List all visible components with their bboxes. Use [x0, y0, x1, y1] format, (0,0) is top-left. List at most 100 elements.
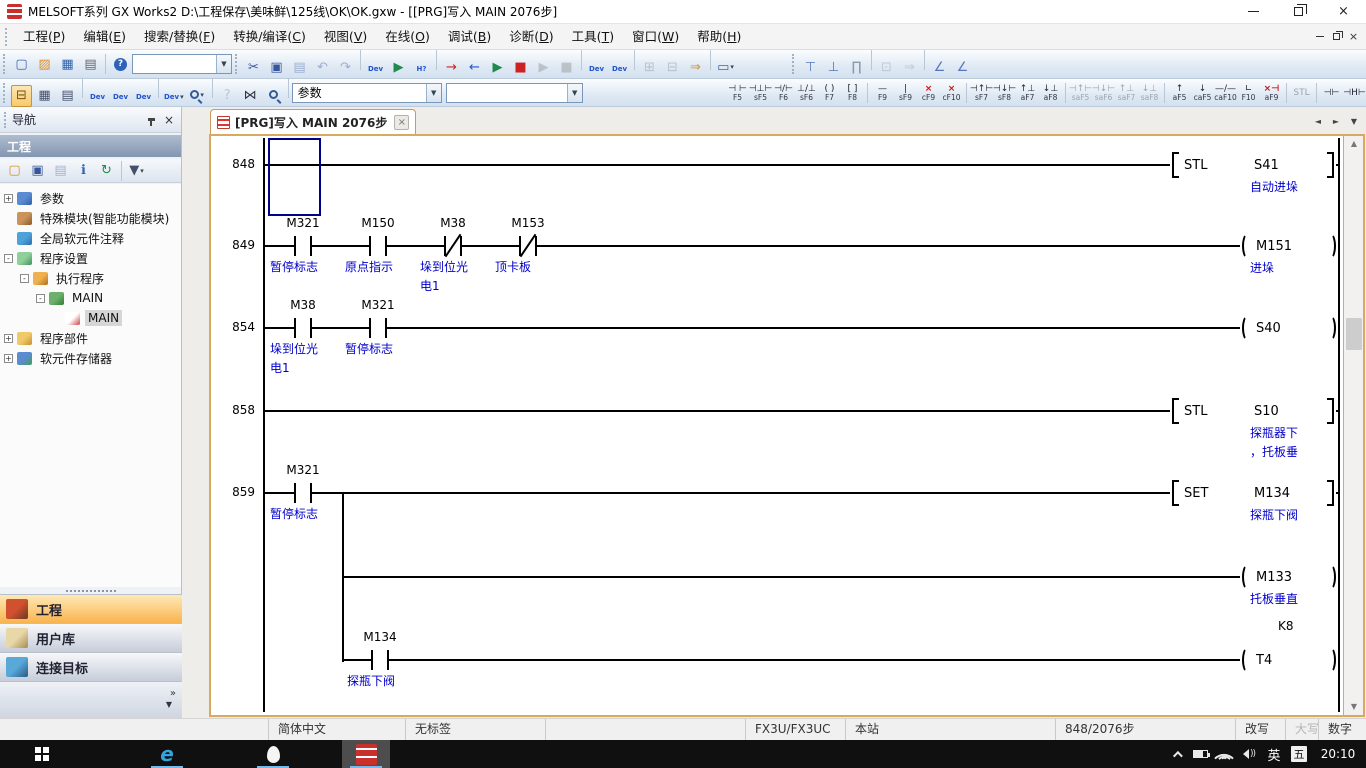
tree-expander-icon[interactable]: + — [4, 194, 13, 203]
parameter-combobox[interactable]: 参数▼ — [292, 83, 442, 103]
ladder-symbol-caF5-button[interactable]: ↓caF5 — [1191, 81, 1214, 106]
menu-item[interactable]: 编辑(E) — [74, 29, 135, 44]
ladder-symbol-aF8-button[interactable]: ↓⊥aF8 — [1039, 81, 1062, 106]
cross-reference-icon[interactable]: Dev — [133, 86, 154, 108]
intelligent-monitor-icon[interactable]: ▭▾ — [715, 56, 736, 78]
pointer-branch-2-icon[interactable]: ∠ — [952, 57, 973, 79]
help-icon[interactable]: ? — [110, 53, 131, 75]
pin-icon[interactable] — [142, 111, 160, 129]
ladder-symbol-cF9-button[interactable]: ×cF9 — [917, 81, 940, 106]
contact-M134[interactable] — [371, 648, 389, 672]
ladder-symbol-saF5-button[interactable]: ⊣↑⊢saF5 — [1069, 81, 1092, 106]
ladder-symbol-sF5-button[interactable]: ⊣⊥⊢sF5 — [749, 81, 772, 106]
simulation-stop-icon[interactable]: ■ — [556, 56, 577, 78]
menu-item[interactable]: 调试(B) — [439, 29, 500, 44]
help-icon[interactable]: ? — [217, 85, 238, 107]
ladder-symbol-saF8-button[interactable]: ↓⊥saF8 — [1138, 81, 1161, 106]
volume-icon[interactable]: )) — [1236, 740, 1262, 768]
chevron-down-icon[interactable]: ▼ — [166, 700, 172, 709]
menu-item[interactable]: 转换/编译(C) — [224, 29, 315, 44]
find-replace-icon[interactable]: ⋈ — [240, 85, 261, 107]
tree-item-软元件存储器[interactable]: +软元件存储器 — [4, 348, 115, 368]
copy-icon[interactable]: ▣ — [266, 56, 287, 78]
ladder-symbol-F5-button[interactable]: ⊣ ⊢F5 — [726, 81, 749, 106]
monitor-mode-icon[interactable]: ▶ — [388, 56, 409, 78]
tab-close-icon[interactable]: × — [394, 115, 409, 130]
language-indicator[interactable]: 英 — [1262, 740, 1286, 768]
mdi-minimize-button[interactable] — [1311, 29, 1328, 44]
expand-icon[interactable]: » — [170, 688, 174, 699]
ladder-symbol-aF7-button[interactable]: ↑⊥aF7 — [1016, 81, 1039, 106]
edge-taskbar-icon[interactable]: e — [143, 740, 191, 768]
coil-M133[interactable]: M133 — [1240, 563, 1338, 591]
menu-item[interactable]: 搜索/替换(F) — [135, 29, 224, 44]
menu-item[interactable]: 帮助(H) — [688, 29, 750, 44]
redo-icon[interactable]: ↷ — [335, 56, 356, 78]
ladder-symbol-sF6-button[interactable]: ⊥/⊥sF6 — [795, 81, 818, 106]
undo-icon[interactable]: ↶ — [312, 56, 333, 78]
sort-filter-icon[interactable]: ▼▾ — [126, 160, 147, 182]
ladder-symbol-⊣H⊢-button[interactable]: ⊣H⊢ — [1343, 81, 1366, 106]
ladder-symbol-⊣⊢-button[interactable]: ⊣⊢ — [1320, 81, 1343, 106]
statement-search-icon[interactable]: ⊡ — [876, 57, 897, 79]
device-combobox[interactable]: ▼ — [446, 83, 583, 103]
device-find-icon[interactable]: ▾ — [187, 84, 208, 106]
ladder-symbol-caF10-button[interactable]: —/—caF10 — [1214, 81, 1237, 106]
ladder-symbol-cF10-button[interactable]: ×cF10 — [940, 81, 963, 106]
tab-scroll-left-icon[interactable]: ◄ — [1310, 113, 1326, 129]
chevron-down-icon[interactable]: ▼ — [216, 55, 231, 73]
tree-item-参数[interactable]: +参数 — [4, 188, 67, 208]
tree-item-特殊模块(智能功能模块)[interactable]: 特殊模块(智能功能模块) — [4, 208, 172, 228]
restore-button[interactable] — [1276, 0, 1321, 24]
paste-item-icon[interactable]: ▤ — [50, 160, 71, 182]
mdi-restore-button[interactable] — [1328, 29, 1345, 44]
tree-item-全局软元件注释[interactable]: 全局软元件注释 — [4, 228, 127, 248]
contact-M150[interactable] — [369, 234, 387, 258]
ladder-symbol-aF9-button[interactable]: ×⊣aF9 — [1260, 81, 1283, 106]
tree-item-MAIN[interactable]: MAIN — [52, 308, 122, 328]
ladder-symbol-sF7-button[interactable]: ⊣↑⊢sF7 — [970, 81, 993, 106]
cut-icon[interactable]: ✂ — [243, 56, 264, 78]
menu-item[interactable]: 窗口(W) — [623, 29, 688, 44]
copy-item-icon[interactable]: ▣ — [27, 160, 48, 182]
instruction-STL-S10[interactable]: STLS10 — [1170, 397, 1336, 425]
new-item-icon[interactable]: ▢ — [4, 160, 25, 182]
instruction-STL-S41[interactable]: STLS41 — [1170, 151, 1336, 179]
paste-icon[interactable]: ▤ — [289, 56, 310, 78]
ime-indicator[interactable]: 五 — [1288, 740, 1310, 768]
note-insert-icon[interactable]: ⊥ — [823, 57, 844, 79]
contact-M321[interactable] — [294, 481, 312, 505]
project-data-combobox[interactable]: ▼ — [132, 54, 232, 74]
statement-insert-icon[interactable]: ⊤ — [800, 57, 821, 79]
tree-expander-icon[interactable]: - — [20, 274, 29, 283]
close-button[interactable]: × — [1321, 0, 1366, 24]
ladder-symbol-F6-button[interactable]: ⊣/⊢F6 — [772, 81, 795, 106]
ladder-symbol-sF9-button[interactable]: |sF9 — [894, 81, 917, 106]
device-display-icon[interactable]: Dev▾ — [163, 86, 185, 108]
nav-button-连接目标[interactable]: 连接目标 — [0, 652, 182, 681]
device-batch-monitor-icon[interactable]: Dev — [586, 58, 607, 80]
minimize-button[interactable] — [1231, 0, 1276, 24]
new-project-icon[interactable]: ▢ — [11, 53, 32, 75]
program-check-icon[interactable]: Dev — [365, 58, 386, 80]
scrollbar-thumb[interactable] — [1346, 318, 1362, 350]
print-icon[interactable]: ▤ — [80, 53, 101, 75]
pointer-branch-1-icon[interactable]: ∠ — [929, 57, 950, 79]
ladder-symbol-saF7-button[interactable]: ↑⊥saF7 — [1115, 81, 1138, 106]
ladder-symbol-F10-button[interactable]: ∟F10 — [1237, 81, 1260, 106]
edit-cursor[interactable] — [268, 138, 321, 216]
tree-expander-icon[interactable]: - — [4, 254, 13, 263]
write-to-plc-icon[interactable]: → — [441, 56, 462, 78]
save-project-icon[interactable]: ▦ — [57, 53, 78, 75]
panel-splitter[interactable] — [0, 587, 181, 594]
coil-S40[interactable]: S40 — [1240, 314, 1338, 342]
ladder-symbol-aF5-button[interactable]: ↑aF5 — [1168, 81, 1191, 106]
tree-item-MAIN[interactable]: -MAIN — [36, 288, 106, 308]
tab-main-program[interactable]: [PRG]写入 MAIN 2076步 × — [210, 109, 416, 134]
oval-app-taskbar-icon[interactable] — [249, 740, 297, 768]
mdi-close-button[interactable]: × — [1345, 29, 1362, 44]
monitor-stop-icon[interactable]: ■ — [510, 56, 531, 78]
note-jump-icon[interactable]: ⇒ — [899, 57, 920, 79]
ladder-symbol-F7-button[interactable]: ( )F7 — [818, 81, 841, 106]
monitor-start-icon[interactable]: ▶ — [487, 56, 508, 78]
